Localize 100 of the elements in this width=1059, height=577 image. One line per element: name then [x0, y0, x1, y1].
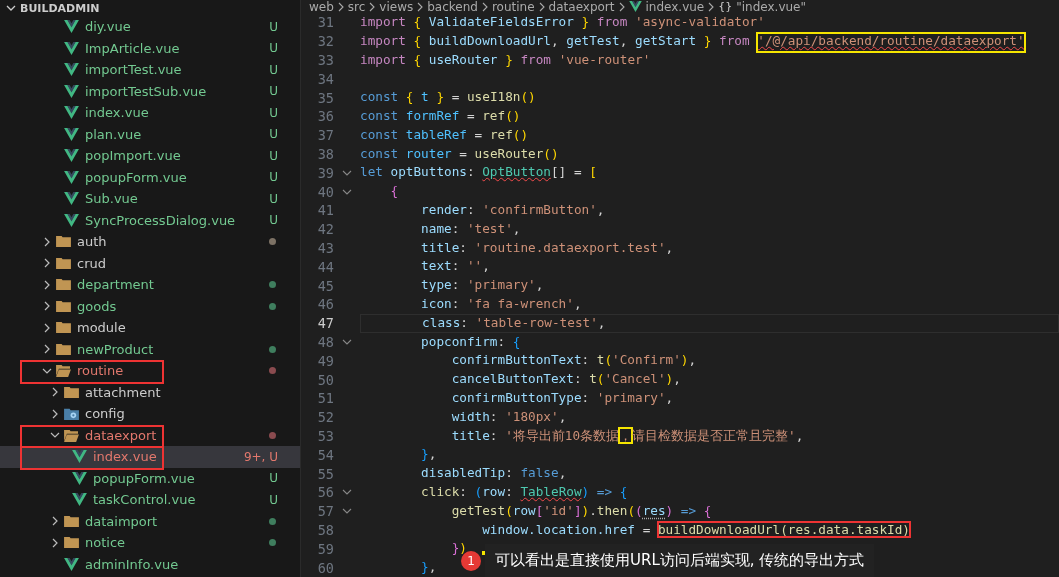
line-number: 47: [316, 315, 334, 332]
tree-row[interactable]: taskControl.vue U: [0, 489, 300, 511]
tree-row[interactable]: auth: [0, 231, 300, 253]
line-number: 60: [316, 559, 334, 576]
breadcrumb-item[interactable]: web: [309, 0, 334, 13]
folder-icon: [56, 278, 71, 292]
tree-row[interactable]: newProduct: [0, 338, 300, 360]
tree-row[interactable]: attachment: [0, 381, 300, 403]
file-name: importTestSub.vue: [85, 83, 207, 99]
tree-row[interactable]: ImpArticle.vue U: [0, 37, 300, 59]
vue-file-icon: [64, 192, 79, 206]
chevron-right-icon[interactable]: [50, 408, 60, 419]
code-line: title: 'routine.dataexport.test',: [420, 238, 674, 257]
tree-row[interactable]: diy.vue U: [0, 16, 300, 38]
code-line: text: '',: [420, 257, 490, 276]
chevron-right-icon[interactable]: [42, 301, 52, 312]
code-line: const tableRef = ref(): [360, 125, 529, 144]
chevron-right-icon: [369, 1, 376, 12]
file-name: config: [85, 406, 125, 422]
tree-row[interactable]: adminInfo.vue: [0, 553, 300, 575]
tree-row[interactable]: dataimport: [0, 510, 300, 532]
file-name: dataexport: [85, 427, 157, 443]
git-status: U: [269, 84, 278, 99]
tree-row[interactable]: popupForm.vue U: [0, 467, 300, 489]
line-number: 39: [316, 164, 334, 181]
vue-file-icon: [64, 149, 79, 163]
breadcrumb-item[interactable]: "index.vue": [736, 0, 807, 13]
line-number: 55: [316, 465, 334, 482]
tree-row[interactable]: notice: [0, 532, 300, 554]
line-number: 49: [316, 352, 334, 369]
tree-row[interactable]: popupForm.vue U: [0, 166, 300, 188]
breadcrumb-item[interactable]: views: [379, 0, 414, 13]
chevron-right-icon[interactable]: [42, 236, 52, 247]
vue-file-icon: [64, 213, 79, 227]
code-line: let optButtons: OptButton[] = [: [360, 163, 597, 182]
tree-row[interactable]: module: [0, 317, 300, 339]
line-number: 34: [316, 70, 334, 87]
code-line: getTest(row['id']).then((res) => {: [450, 501, 712, 520]
code-line: },: [420, 558, 437, 577]
open-folder-icon: [64, 428, 79, 442]
git-status: U: [269, 471, 278, 486]
code-line: import { ValidateFieldsError } from 'async-validator': [360, 14, 765, 32]
line-number: 50: [316, 371, 334, 388]
tree-row[interactable]: plan.vue U: [0, 123, 300, 145]
folder-icon: [64, 514, 79, 528]
breadcrumb-item[interactable]: src: [347, 0, 366, 13]
vue-file-icon: [64, 84, 79, 98]
chevron-right-icon[interactable]: [42, 344, 52, 355]
chevron-right-icon[interactable]: [42, 322, 52, 333]
line-number: 32: [316, 33, 334, 50]
tree-row[interactable]: department: [0, 274, 300, 296]
tree-row[interactable]: index.vue U: [0, 102, 300, 124]
file-name: department: [77, 277, 154, 293]
chevron-right-icon[interactable]: [50, 537, 60, 548]
chevron-right-icon[interactable]: [42, 279, 52, 290]
code-line: confirmButtonText: t('Confirm'),: [450, 351, 697, 370]
file-name: adminInfo.vue: [85, 556, 179, 572]
tree-row[interactable]: crud: [0, 252, 300, 274]
tree-row[interactable]: importTestSub.vue U: [0, 80, 300, 102]
breadcrumb-item[interactable]: routine: [491, 0, 535, 13]
file-name: index.vue: [85, 105, 149, 121]
line-number: 35: [316, 89, 334, 106]
line-number: 57: [316, 503, 334, 520]
file-name: importTest.vue: [85, 62, 182, 78]
code-line: const router = useRouter(): [360, 144, 559, 163]
chevron-right-icon[interactable]: [50, 387, 60, 398]
breadcrumb-item[interactable]: backend: [427, 0, 478, 13]
file-name: taskControl.vue: [93, 492, 196, 508]
chevron-right-icon[interactable]: [50, 516, 60, 527]
vue-file-icon: [64, 170, 79, 184]
file-name: crud: [77, 255, 106, 271]
tree-row[interactable]: goods: [0, 295, 300, 317]
line-number: 42: [316, 221, 334, 238]
vue-file-icon: [72, 493, 87, 507]
tree-row[interactable]: SyncProcessDialog.vue U: [0, 209, 300, 231]
chevron-down-icon[interactable]: [6, 3, 16, 13]
code-line: import { buildDownloadUrl, getTest, getStart } from '/@/api/backend/routine/dataexport': [360, 31, 1025, 51]
file-name: attachment: [85, 384, 161, 400]
tree-row[interactable]: popImport.vue U: [0, 145, 300, 167]
tree-row[interactable]: index.vue 9+, U: [0, 446, 300, 468]
chevron-right-icon[interactable]: [42, 258, 52, 269]
git-status: U: [269, 19, 278, 34]
tree-row[interactable]: importTest.vue U: [0, 59, 300, 81]
git-status: U: [269, 213, 278, 228]
file-name: index.vue: [93, 449, 157, 465]
line-number: 53: [316, 428, 334, 444]
line-number: 44: [316, 258, 334, 275]
breadcrumb-item[interactable]: index.vue: [645, 0, 705, 13]
file-name: dataimport: [85, 513, 158, 529]
folder-icon: [64, 536, 79, 550]
line-number: 33: [316, 52, 334, 69]
line-number: 59: [316, 540, 334, 557]
vue-file-icon: [64, 127, 79, 141]
git-status: U: [269, 170, 278, 185]
breadcrumb-item[interactable]: dataexport: [548, 0, 615, 13]
chevron-right-icon: [481, 1, 488, 12]
code-line: render: 'confirmButton',: [420, 201, 605, 220]
tree-row[interactable]: Sub.vue U: [0, 188, 300, 210]
tree-row[interactable]: routine: [0, 360, 300, 382]
tree-row[interactable]: config: [0, 403, 300, 425]
